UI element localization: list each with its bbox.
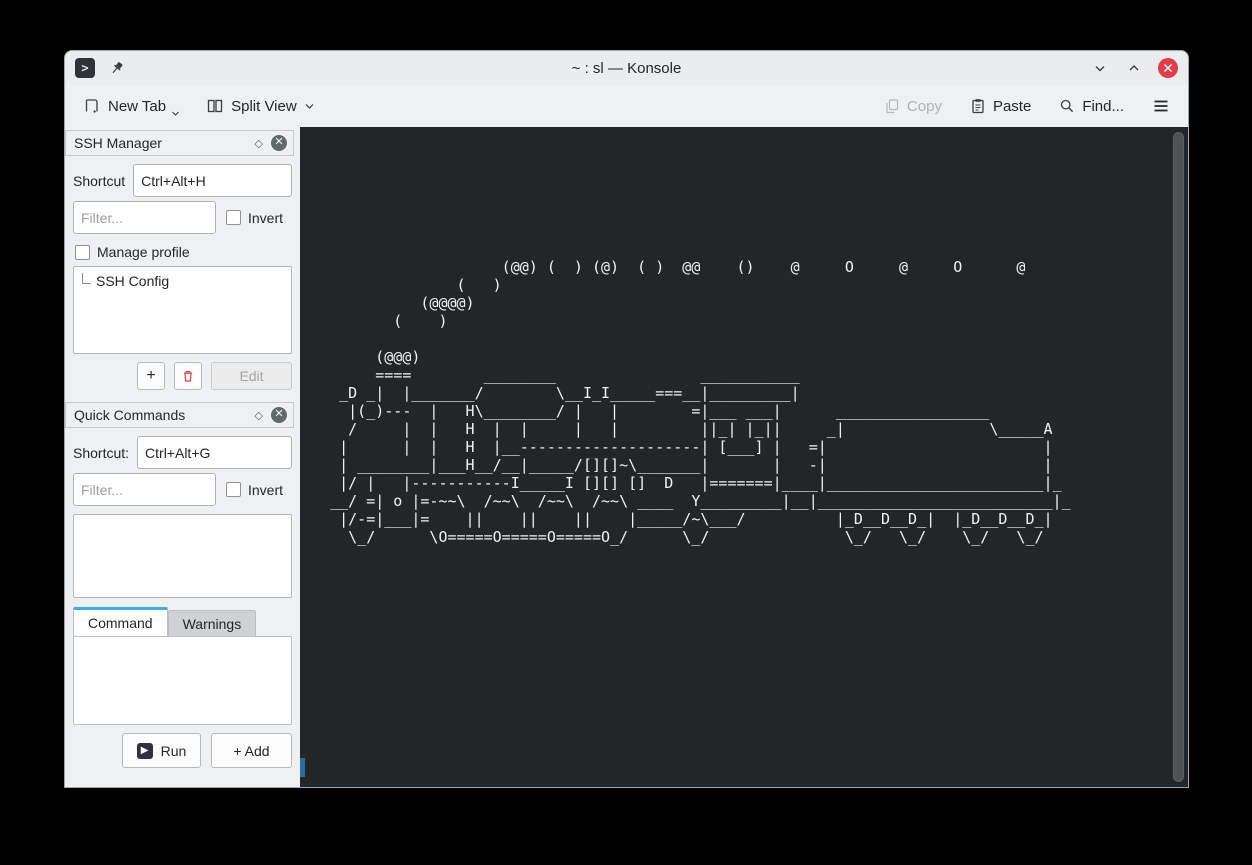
ssh-add-button[interactable]: + [137,362,165,390]
close-panel-icon[interactable]: ✕ [271,135,287,151]
close-panel-icon[interactable]: ✕ [271,407,287,423]
add-label: + Add [233,743,269,759]
terminal-scrollbar[interactable] [1173,132,1184,782]
new-tab-label: New Tab [108,98,166,115]
ssh-edit-button[interactable]: Edit [211,362,292,390]
ssh-shortcut-label: Shortcut [73,173,125,189]
terminal-view[interactable]: (@@) ( ) (@) ( ) @@ () @ O @ O @ ( ) (@@… [300,127,1188,787]
ssh-manager-title: SSH Manager [74,135,255,151]
tab-command[interactable]: Command [73,607,168,636]
new-tab-dropdown-icon[interactable] [171,110,180,117]
split-view-icon [206,97,224,115]
maximize-button[interactable] [1124,58,1144,78]
ssh-config-list[interactable]: SSH Config [73,266,292,354]
ssh-config-tree-item[interactable]: SSH Config [74,267,291,289]
new-tab-icon [83,97,101,115]
split-view-chevron-icon [304,102,315,110]
paste-icon [970,98,986,114]
manage-profile-label: Manage profile [97,244,190,260]
ssh-filter-input[interactable] [73,201,216,234]
titlebar[interactable]: > ~ : sl — Konsole [65,51,1188,85]
ssh-invert-label: Invert [248,210,283,226]
tree-item-label: SSH Config [96,273,169,289]
qc-tabs: Command Warnings [73,607,292,636]
copy-label: Copy [907,98,942,115]
qc-command-editor[interactable] [73,636,292,725]
qc-commands-list[interactable] [73,514,292,598]
hamburger-icon [1152,97,1170,115]
paste-button[interactable]: Paste [970,98,1031,115]
konsole-app-icon: > [75,58,95,78]
new-tab-button[interactable]: New Tab [83,97,180,115]
konsole-window: > ~ : sl — Konsole [64,50,1189,788]
add-plus-icon: + [146,367,155,385]
close-x-icon [1163,63,1173,73]
qc-shortcut-label: Shortcut: [73,445,129,461]
find-button[interactable]: Find... [1059,98,1124,115]
float-panel-icon[interactable]: ◇ [255,137,263,150]
split-view-label: Split View [231,98,297,115]
edit-label: Edit [239,368,263,384]
quick-commands-title: Quick Commands [74,407,255,423]
hamburger-menu-button[interactable] [1152,97,1170,115]
window-title: ~ : sl — Konsole [65,60,1188,77]
ssh-shortcut-input[interactable] [133,164,292,197]
tree-branch-icon [82,273,91,284]
copy-icon [884,98,900,114]
paste-label: Paste [993,98,1031,115]
trash-icon [180,368,196,384]
qc-invert-label: Invert [248,482,283,498]
run-play-icon: ▶ [137,743,153,759]
run-label: Run [161,743,187,759]
terminal-output[interactable]: (@@) ( ) (@) ( ) @@ () @ O @ O @ ( ) (@@… [300,127,1188,546]
search-icon [1059,98,1075,114]
pin-icon[interactable] [109,60,125,76]
tab-warnings[interactable]: Warnings [168,610,257,636]
ssh-manager-header[interactable]: SSH Manager ◇ ✕ [65,130,294,156]
tab-warnings-label: Warnings [183,616,242,632]
find-label: Find... [1082,98,1124,115]
copy-button[interactable]: Copy [884,98,942,115]
qc-shortcut-input[interactable] [137,436,292,469]
qc-run-button[interactable]: ▶ Run [122,733,201,768]
qc-filter-input[interactable] [73,473,216,506]
minimize-button[interactable] [1090,58,1110,78]
qc-add-button[interactable]: + Add [211,733,292,768]
quick-commands-header[interactable]: Quick Commands ◇ ✕ [65,402,294,428]
close-button[interactable] [1158,58,1178,78]
toolbar: New Tab Split View Copy [65,85,1188,127]
tab-command-label: Command [88,615,153,631]
splitter-handle[interactable] [300,758,305,777]
sidebar: SSH Manager ◇ ✕ Shortcut Invert Manage p… [65,127,300,787]
ssh-invert-checkbox[interactable] [226,210,241,225]
ssh-delete-button[interactable] [174,362,202,390]
manage-profile-checkbox[interactable] [75,245,90,260]
split-view-button[interactable]: Split View [206,97,315,115]
qc-invert-checkbox[interactable] [226,482,241,497]
float-panel-icon[interactable]: ◇ [255,409,263,422]
